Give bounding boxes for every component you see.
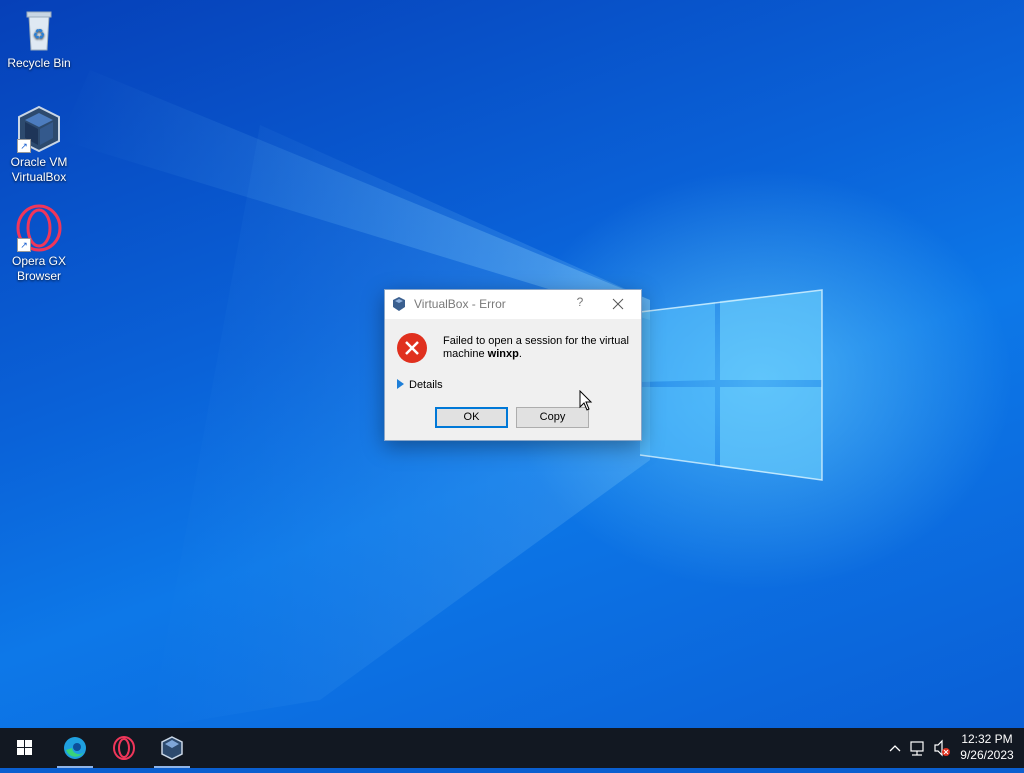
error-message-text: Failed to open a session for the virtual… [443,335,629,360]
svg-text:♻: ♻ [33,27,46,43]
taskbar-opera-gx[interactable] [102,728,146,768]
edge-icon [64,737,86,759]
network-icon [910,741,924,756]
virtualbox-icon [393,297,405,311]
opera-gx-icon [113,736,135,760]
show-hidden-icons-chevron-icon [889,745,901,752]
desktop-icon-label: Oracle VM [10,155,68,169]
taskbar-edge[interactable] [53,728,97,768]
virtualbox-icon: ↗ [15,105,63,153]
taskbar-virtualbox[interactable] [150,728,194,768]
desktop-icon-label: Browser [16,269,61,283]
mouse-cursor-icon [579,390,593,411]
error-message: Failed to open a session for the virtual… [443,335,633,361]
desktop-icon-recycle-bin[interactable]: ♻ Recycle Bin [0,6,78,71]
details-label: Details [409,379,443,391]
clock-date: 9/26/2023 [960,748,1014,762]
shortcut-arrow-icon: ↗ [17,139,31,153]
help-button[interactable]: ? [569,295,591,309]
start-button[interactable] [2,728,46,768]
desktop-icon-opera-gx[interactable]: ↗ Opera GX Browser [0,204,78,284]
close-button[interactable] [607,294,629,314]
dialog-titlebar[interactable]: VirtualBox - Error ? [385,290,641,319]
error-dialog: VirtualBox - Error ? Failed to open a se… [384,289,642,441]
clock-time: 12:32 PM [961,732,1013,746]
expand-triangle-icon [397,379,404,389]
taskbar: 12:32 PM 9/26/2023 [0,728,1024,768]
error-message-end: . [518,348,522,360]
system-tray [889,739,950,757]
taskbar-clock[interactable]: 12:32 PM 9/26/2023 [954,731,1020,763]
desktop-icon-virtualbox[interactable]: ↗ Oracle VM VirtualBox [0,105,78,185]
ok-button[interactable]: OK [435,407,508,428]
windows-start-icon [17,740,32,755]
desktop-icon-label: VirtualBox [11,170,67,184]
desktop-icon-label: Opera GX [11,254,67,268]
desktop-icon-label: Recycle Bin [7,56,71,70]
details-toggle[interactable]: Details [397,379,443,391]
virtualbox-icon [161,736,183,760]
recycle-bin-icon: ♻ [15,6,63,54]
opera-gx-icon: ↗ [15,204,63,252]
vm-name: winxp [487,348,519,360]
close-icon [612,298,624,310]
shortcut-arrow-icon: ↗ [17,238,31,252]
volume-muted-icon [934,739,950,757]
dialog-title: VirtualBox - Error [414,297,506,311]
error-icon [397,333,427,363]
